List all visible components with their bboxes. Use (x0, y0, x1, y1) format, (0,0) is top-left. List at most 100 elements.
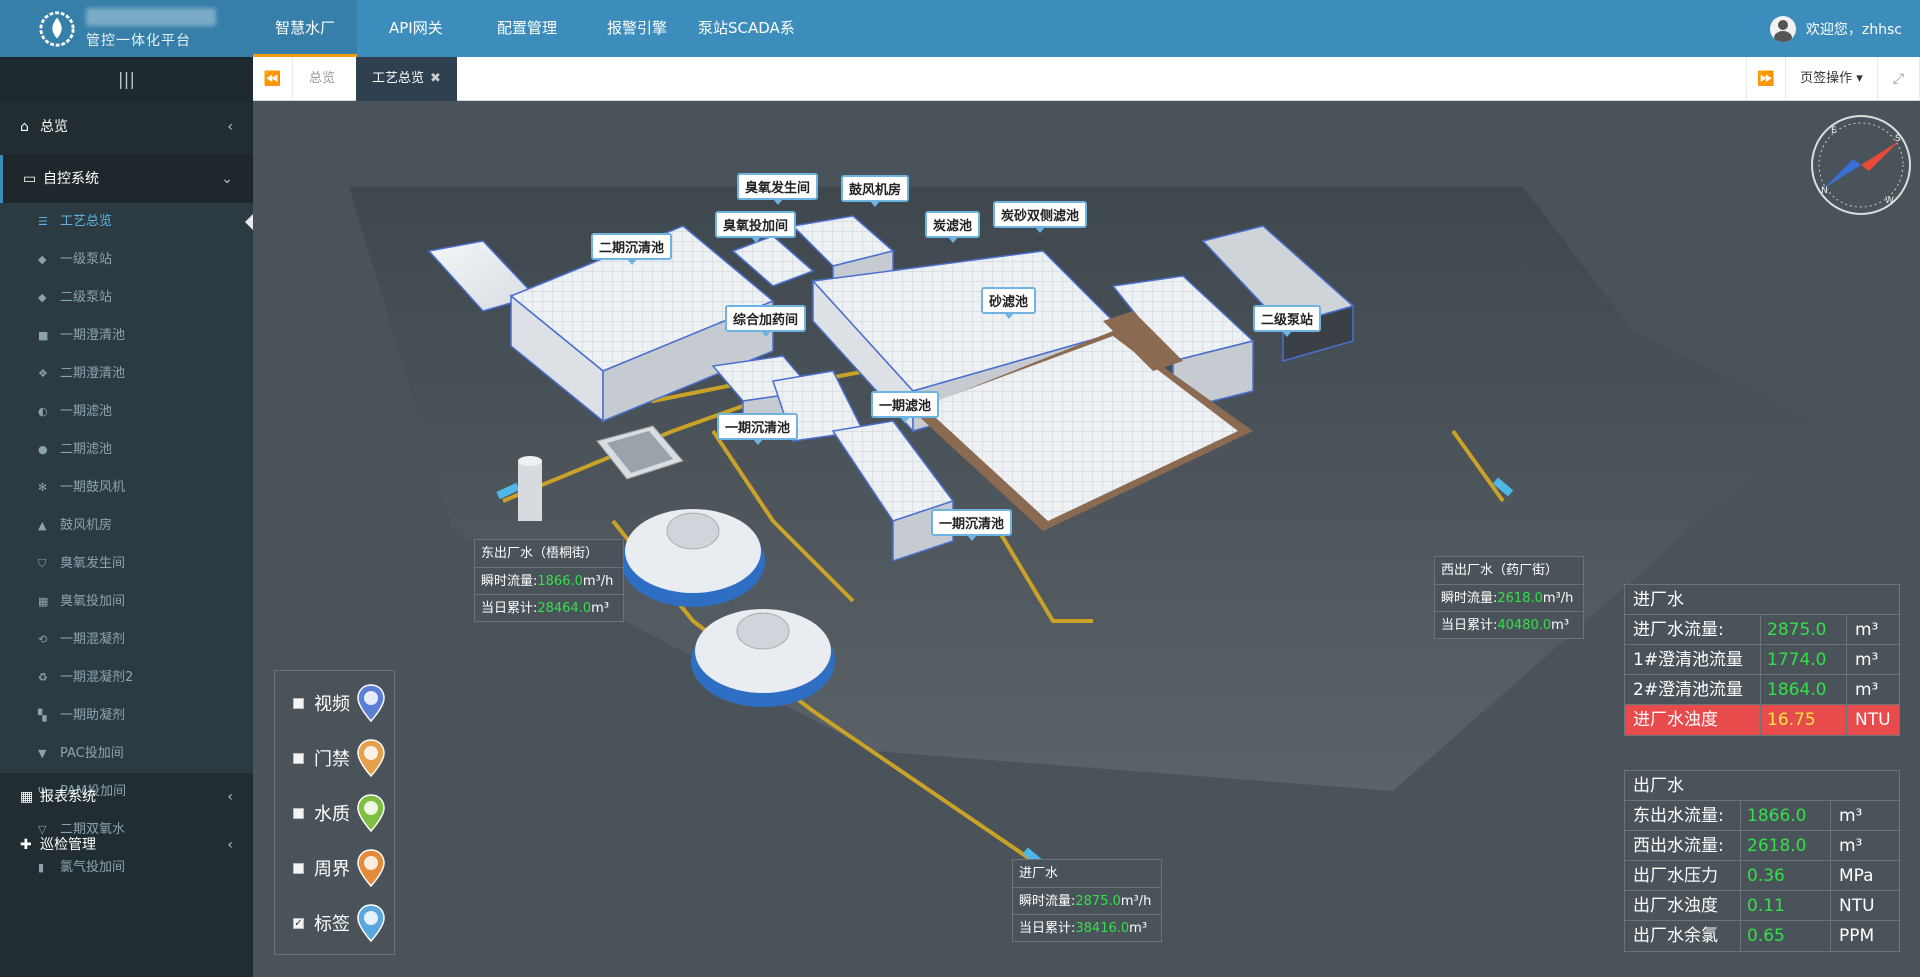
subitem[interactable]: ▦ 臭氧投加间 (0, 583, 253, 621)
legend-item[interactable]: 门禁 (293, 738, 386, 778)
compass-icon[interactable]: E S N W (1809, 113, 1913, 217)
compass-letter: E (1831, 126, 1837, 136)
sidebar-item-label: 巡检管理 (40, 837, 96, 853)
table-row: 进厂水流量: 2875.0 m³ (1625, 615, 1899, 645)
film-icon: ▦ (38, 595, 49, 608)
subitem[interactable]: ▲ 鼓风机房 (0, 507, 253, 545)
flow-unit: m³/h (1542, 591, 1574, 606)
legend-item[interactable]: ✓ 标签 (293, 903, 386, 943)
east-total-row: 当日累计:28464.0m³ (475, 594, 623, 621)
sidebar-toggle-icon[interactable]: ||| (0, 57, 253, 103)
legend-label: 视频 (314, 694, 350, 715)
east-flow-row: 瞬时流量:1866.0m³/h (475, 567, 623, 594)
home-icon: ⌂ (20, 119, 29, 135)
label-phase1-filter[interactable]: 一期滤池 (871, 391, 940, 423)
flow-value: 2618.0 (1497, 591, 1543, 606)
nav-smart-plant[interactable]: 智慧水厂 (253, 0, 358, 57)
row-label: 出厂水浊度 (1625, 891, 1741, 920)
subitem[interactable]: ✻ 一期鼓风机 (0, 469, 253, 507)
subitem[interactable]: ● 二期滤池 (0, 431, 253, 469)
label-secondary-pump[interactable]: 二级泵站 (1253, 305, 1322, 337)
flow-unit: m³/h (582, 574, 614, 589)
circle-icon: ● (38, 443, 48, 456)
table-row: 出厂水压力 0.36 MPa (1625, 861, 1899, 891)
building-icon: ▲ (38, 519, 47, 532)
subitem[interactable]: ⟲ 一期混凝剂 (0, 621, 253, 659)
east-outflow-box: 东出厂水（梧桐街） 瞬时流量:1866.0m³/h 当日累计:28464.0m³ (474, 539, 624, 622)
logo-emblem-icon (39, 11, 75, 47)
top-navbar: 管控一体化平台 智慧水厂 API网关 配置管理 报警引擎 泵站SCADA系 欢迎… (0, 0, 1920, 57)
subitem-label: 二级泵站 (60, 290, 113, 305)
sidebar-item-patrol[interactable]: ✚ 巡检管理 ‹ (0, 821, 253, 869)
row-unit: m³ (1855, 680, 1879, 700)
subitem[interactable]: ◐ 一期滤池 (0, 393, 253, 431)
chevron-down-icon: ⌄ (221, 171, 233, 187)
shield-icon: ⛉ (38, 557, 47, 570)
label-phase1-clarifier-b[interactable]: 一期沉清池 (931, 509, 1013, 541)
label-ozone-generation[interactable]: 臭氧发生间 (737, 173, 819, 205)
logo[interactable]: 管控一体化平台 (0, 0, 253, 57)
close-icon[interactable]: ✖ (430, 71, 441, 86)
silo (518, 456, 542, 521)
subitem[interactable]: ◆ 二级泵站 (0, 279, 253, 317)
tab-scroll-right-icon[interactable]: ⏩ (1746, 57, 1786, 101)
legend-item[interactable]: 周界 (293, 848, 386, 888)
subitem[interactable]: ▼ PAC投加间 (0, 735, 253, 773)
subitem[interactable]: ▚ 一期助凝剂 (0, 697, 253, 735)
flow-label: 瞬时流量: (481, 574, 538, 589)
subitem[interactable]: ◆ 一级泵站 (0, 241, 253, 279)
west-total-row: 当日累计:40480.0m³ (1435, 611, 1583, 638)
user-menu[interactable]: 欢迎您，zhhsc (1769, 0, 1902, 57)
tab-process-overview[interactable]: 工艺总览 ✖ (356, 57, 457, 101)
cube-icon: ■ (38, 329, 49, 342)
page-ops-dropdown[interactable]: 页签操作 ▾ (1786, 57, 1878, 101)
map-pin-icon (357, 739, 385, 778)
legend-checkbox[interactable] (293, 807, 304, 819)
sidebar-item-overview[interactable]: ⌂ 总览 ‹ (0, 103, 253, 151)
total-value: 38416.0 (1075, 921, 1130, 936)
row-unit: m³ (1839, 836, 1863, 856)
row-unit: m³ (1855, 650, 1879, 670)
total-unit: m³ (1551, 618, 1570, 633)
subitem[interactable]: ⛉ 臭氧发生间 (0, 545, 253, 583)
label-blower-room[interactable]: 鼓风机房 (841, 175, 910, 207)
nav-pump-scada[interactable]: 泵站SCADA系 (676, 0, 817, 57)
legend-item[interactable]: 水质 (293, 793, 386, 833)
subitem[interactable]: ■ 一期澄清池 (0, 317, 253, 355)
nav-config[interactable]: 配置管理 (475, 0, 579, 57)
subitem[interactable]: ❖ 二期澄清池 (0, 355, 253, 393)
row-value: 1864.0 (1761, 675, 1847, 704)
legend-checkbox[interactable]: ✓ (293, 917, 304, 929)
subitem-label: 一期澄清池 (60, 328, 126, 343)
total-value: 28464.0 (537, 601, 592, 616)
nav-alarm-engine[interactable]: 报警引擎 (585, 0, 689, 57)
label-phase2-clarifier[interactable]: 二期沉清池 (591, 233, 673, 265)
label-ozone-dosing[interactable]: 臭氧投加间 (715, 211, 797, 243)
sidebar-item-report[interactable]: ▦ 报表系统 ‹ (0, 773, 253, 821)
label-phase1-clarifier-a[interactable]: 一期沉清池 (717, 413, 799, 445)
subitem-label: 鼓风机房 (60, 518, 113, 533)
half-circle-icon: ◐ (38, 405, 48, 418)
table-row: 1#澄清池流量 1774.0 m³ (1625, 645, 1899, 675)
legend-checkbox[interactable] (293, 752, 304, 764)
label-carbon-sand-filter[interactable]: 炭砂双侧滤池 (993, 201, 1088, 233)
fullscreen-icon[interactable]: ⤢ (1878, 57, 1920, 101)
legend-item[interactable]: 视频 (293, 683, 386, 723)
nav-api-gateway[interactable]: API网关 (367, 0, 465, 57)
subitem[interactable]: ♻ 一期混凝剂2 (0, 659, 253, 697)
flow-label: 瞬时流量: (1441, 591, 1498, 606)
row-value: 0.36 (1741, 861, 1831, 890)
label-chemical-dosing[interactable]: 综合加药间 (725, 305, 807, 337)
label-sand-filter[interactable]: 砂滤池 (981, 287, 1037, 319)
sidebar: ||| ⌂ 总览 ‹ ▭ 自控系统 ⌄ ☰ 工艺总览 ◆ 一级泵站 ◆ 二级泵站 ■ 一期澄… (0, 57, 253, 977)
sidebar-item-control-system[interactable]: ▭ 自控系统 ⌄ (0, 155, 253, 203)
legend-checkbox[interactable] (293, 697, 304, 709)
row-label: 出厂水压力 (1625, 861, 1741, 890)
label-carbon-filter[interactable]: 炭滤池 (925, 211, 981, 243)
tab-overview[interactable]: 总览 (293, 57, 351, 101)
legend-checkbox[interactable] (293, 862, 304, 874)
tab-scroll-left-icon[interactable]: ⏪ (253, 57, 293, 101)
legend-label: 水质 (314, 804, 350, 825)
subitem-process-overview[interactable]: ☰ 工艺总览 (0, 203, 253, 241)
row-unit: PPM (1839, 926, 1875, 946)
